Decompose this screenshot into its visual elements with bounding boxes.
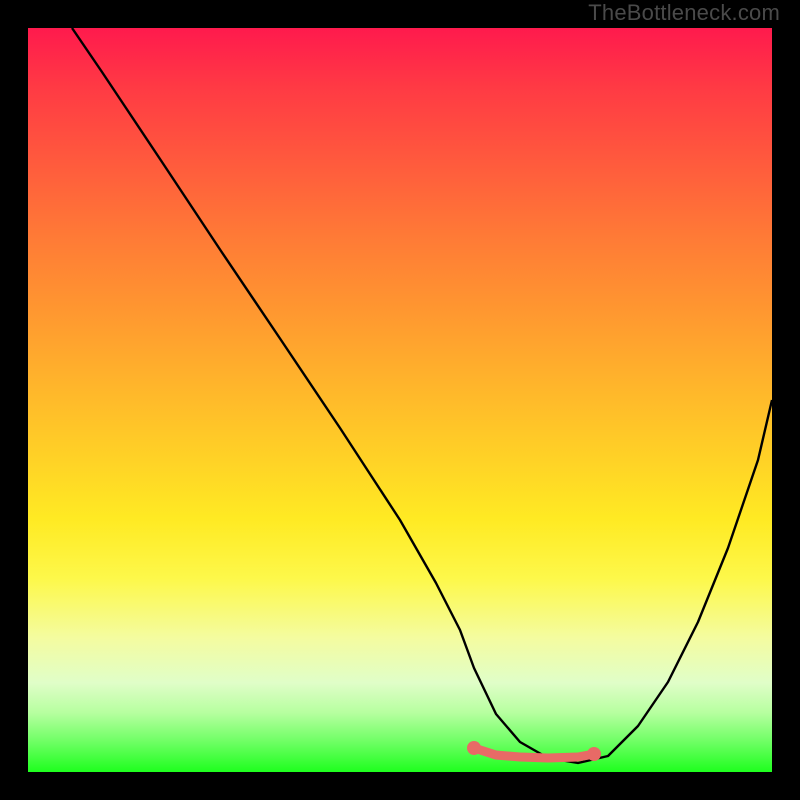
gradient-plot-area xyxy=(28,28,772,772)
highlight-dot-left xyxy=(467,741,481,755)
chart-svg xyxy=(28,28,772,772)
chart-frame xyxy=(14,14,786,786)
bottleneck-curve xyxy=(72,28,772,763)
watermark-text: TheBottleneck.com xyxy=(588,0,780,26)
highlight-dot-right xyxy=(587,747,601,761)
